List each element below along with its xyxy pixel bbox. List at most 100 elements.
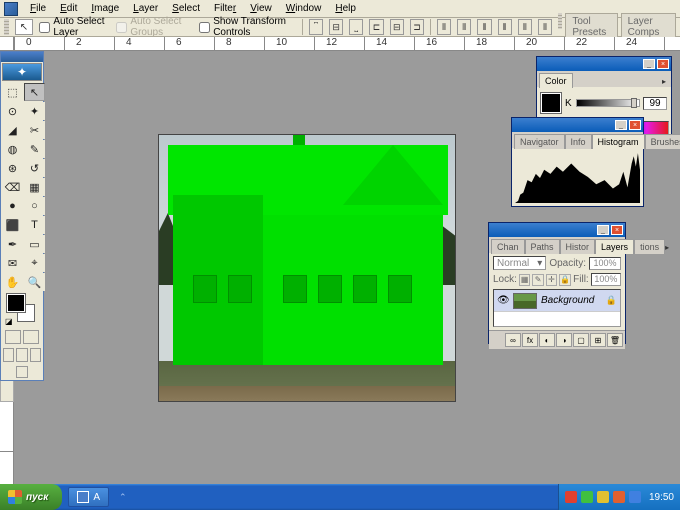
visibility-eye-icon[interactable]: 👁 — [497, 295, 509, 306]
align-hcenter-icon[interactable]: ⊟ — [390, 19, 404, 35]
tab-navigator[interactable]: Navigator — [514, 134, 565, 149]
opacity-input[interactable]: 100% — [589, 257, 621, 270]
layer-mask-icon[interactable]: ◐ — [539, 333, 555, 347]
layer-thumbnail[interactable] — [513, 293, 537, 309]
default-colors-icon[interactable]: ◪ — [5, 317, 13, 326]
document-canvas[interactable] — [158, 134, 456, 402]
align-vcenter-icon[interactable]: ⊟ — [329, 19, 343, 35]
lock-position-icon[interactable]: ✛ — [546, 274, 557, 286]
distribute-hcenter-icon[interactable]: ⫴ — [518, 19, 532, 35]
tray-icon[interactable] — [613, 491, 625, 503]
distribute-bottom-icon[interactable]: ⫴ — [477, 19, 491, 35]
minimize-icon[interactable]: _ — [597, 225, 609, 235]
close-icon[interactable]: × — [629, 120, 641, 130]
align-right-icon[interactable]: ⊐ — [410, 19, 424, 35]
new-group-icon[interactable]: ▢ — [573, 333, 589, 347]
tab-paths[interactable]: Paths — [525, 239, 560, 254]
screen-mode-full-icon[interactable] — [30, 348, 41, 362]
tab-brushes[interactable]: Brushes — [645, 134, 680, 149]
menu-filter[interactable]: Filter — [208, 1, 242, 16]
tab-info[interactable]: Info — [565, 134, 592, 149]
menu-edit[interactable]: Edit — [54, 1, 83, 16]
color-panel-swatch[interactable] — [541, 93, 561, 113]
layer-style-icon[interactable]: fx — [522, 333, 538, 347]
distribute-top-icon[interactable]: ⫴ — [437, 19, 451, 35]
lock-all-icon[interactable]: 🔒 — [559, 274, 571, 286]
blend-mode-dropdown[interactable]: Normal — [493, 256, 546, 270]
panel-menu-icon[interactable]: ▸ — [665, 241, 669, 253]
path-selection-tool[interactable]: ⬛ — [2, 216, 23, 234]
distribute-vcenter-icon[interactable]: ⫴ — [457, 19, 471, 35]
horizontal-ruler[interactable]: 0 2 4 6 8 10 12 14 16 18 20 22 24 — [14, 37, 680, 51]
minimize-icon[interactable]: _ — [643, 59, 655, 69]
tab-channels[interactable]: Chan — [491, 239, 525, 254]
rectangular-marquee-tool[interactable]: ⬚ — [2, 83, 23, 101]
close-icon[interactable]: × — [657, 59, 669, 69]
menu-select[interactable]: Select — [166, 1, 206, 16]
close-icon[interactable]: × — [611, 225, 623, 235]
tray-icon[interactable] — [629, 491, 641, 503]
rectangle-tool[interactable]: ▭ — [24, 235, 45, 253]
options-grabber[interactable] — [4, 19, 9, 35]
distribute-left-icon[interactable]: ⫴ — [498, 19, 512, 35]
screen-mode-standard-icon[interactable] — [3, 348, 14, 362]
gradient-tool[interactable]: ▦ — [24, 178, 45, 196]
new-layer-icon[interactable]: ⊞ — [590, 333, 606, 347]
history-brush-tool[interactable]: ↺ — [24, 159, 45, 177]
menu-file[interactable]: FFileile — [24, 1, 52, 16]
menu-image[interactable]: Image — [85, 1, 125, 16]
toolbox-titlebar[interactable] — [1, 52, 43, 62]
ruler-origin[interactable] — [0, 37, 14, 51]
move-tool[interactable]: ↖ — [24, 83, 45, 101]
panel-menu-icon[interactable]: ▸ — [659, 75, 669, 87]
clone-stamp-tool[interactable]: ⊛ — [2, 159, 23, 177]
auto-select-layer-checkbox[interactable]: Auto Select Layer — [39, 16, 110, 38]
new-fill-layer-icon[interactable]: ◑ — [556, 333, 572, 347]
tray-icon[interactable] — [581, 491, 593, 503]
distribute-right-icon[interactable]: ⫴ — [538, 19, 552, 35]
taskbar-app-button[interactable]: A — [68, 487, 109, 507]
menu-view[interactable]: View — [244, 1, 278, 16]
menu-layer[interactable]: Layer — [127, 1, 164, 16]
align-top-icon[interactable]: ⎴ — [309, 19, 323, 35]
tab-histogram[interactable]: Histogram — [592, 134, 645, 149]
magic-wand-tool[interactable]: ✦ — [24, 102, 45, 120]
slice-tool[interactable]: ✂ — [24, 121, 45, 139]
layer-name-label[interactable]: Background — [541, 295, 594, 306]
eyedropper-tool[interactable]: ⌖ — [24, 254, 45, 272]
menu-window[interactable]: Window — [280, 1, 328, 16]
quick-mask-mode-icon[interactable] — [23, 330, 39, 344]
tab-actions[interactable]: tions — [634, 239, 665, 254]
lock-image-icon[interactable]: ✎ — [532, 274, 543, 286]
tab-color[interactable]: Color — [539, 73, 573, 88]
zoom-tool[interactable]: 🔍 — [24, 273, 45, 291]
current-tool-thumb[interactable]: ↖ — [15, 19, 34, 35]
fill-input[interactable]: 100% — [591, 273, 621, 286]
tab-layers[interactable]: Layers — [595, 239, 634, 254]
brush-tool[interactable]: ✎ — [24, 140, 45, 158]
link-layers-icon[interactable]: ∞ — [505, 333, 521, 347]
layer-row-background[interactable]: 👁 Background 🔒 — [494, 290, 620, 312]
k-slider[interactable] — [576, 99, 640, 107]
crop-tool[interactable]: ◢ — [2, 121, 23, 139]
align-bottom-icon[interactable]: ⎵ — [349, 19, 363, 35]
tray-icon[interactable] — [597, 491, 609, 503]
color-panel-titlebar[interactable]: _ × — [537, 57, 671, 71]
lock-transparency-icon[interactable]: ▦ — [519, 274, 530, 286]
minimize-icon[interactable]: _ — [615, 120, 627, 130]
k-value-input[interactable]: 99 — [643, 97, 667, 110]
layers-panel-titlebar[interactable]: _ × — [489, 223, 625, 237]
eraser-tool[interactable]: ⌫ — [2, 178, 23, 196]
standard-mode-icon[interactable] — [5, 330, 21, 344]
screen-mode-full-menubar-icon[interactable] — [16, 348, 27, 362]
dodge-tool[interactable]: ○ — [24, 197, 45, 215]
align-left-icon[interactable]: ⊏ — [369, 19, 383, 35]
pen-tool[interactable]: ✒ — [2, 235, 23, 253]
start-button[interactable]: пуск — [0, 484, 62, 510]
hand-tool[interactable]: ✋ — [2, 273, 23, 291]
taskbar-clock[interactable]: 19:50 — [649, 492, 674, 503]
type-tool[interactable]: T — [24, 216, 45, 234]
well-grabber[interactable] — [558, 13, 562, 29]
lasso-tool[interactable]: ⊙ — [2, 102, 23, 120]
foreground-color-swatch[interactable] — [7, 294, 25, 312]
